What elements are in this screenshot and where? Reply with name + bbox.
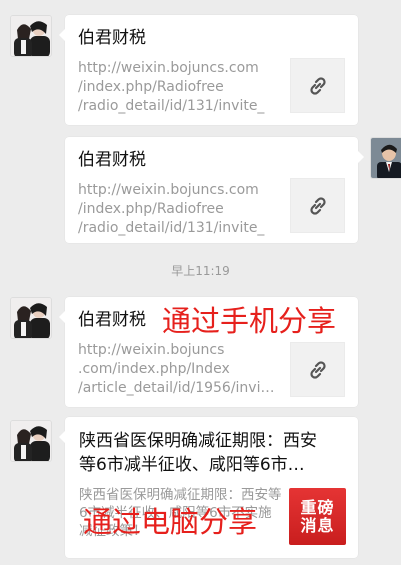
link-card-message[interactable]: 伯君财税 http://weixin.bojuncs.com /index.ph… — [65, 137, 364, 243]
phone-share-annotation: 通过手机分享 — [162, 304, 337, 338]
card-title: 伯君财税 — [78, 28, 146, 48]
pc-share-annotation: 通过电脑分享 — [83, 505, 258, 539]
card-description-line: .com/index.php/Index — [78, 361, 230, 377]
card-description: http://weixin.bojuncs .com/index.php/Ind… — [78, 341, 274, 398]
message-timestamp: 早上11:19 — [171, 264, 230, 278]
link-thumbnail — [290, 342, 345, 397]
card-description: http://weixin.bojuncs.com /index.php/Rad… — [78, 59, 274, 116]
article-title: 陕西省医保明确减征期限：西安等6市减半征收、咸阳等6市… — [79, 431, 317, 475]
card-description-line: /radio_detail/id/131/invite_ — [78, 220, 265, 236]
self-avatar[interactable] — [370, 137, 401, 179]
link-icon — [309, 360, 326, 379]
card-title: 伯君财税 — [78, 310, 146, 330]
card-description-line: http://weixin.bojuncs — [78, 342, 225, 358]
card-description-line: http://weixin.bojuncs.com — [78, 182, 259, 198]
link-thumbnail — [290, 58, 345, 113]
card-title: 伯君财税 — [78, 150, 146, 170]
link-card-message[interactable]: 伯君财税 http://weixin.bojuncs.com /index.ph… — [59, 15, 358, 125]
article-thumbnail-label: 重磅 — [300, 497, 335, 517]
article-thumbnail-label: 消息 — [300, 515, 335, 535]
contact-avatar[interactable] — [10, 297, 52, 339]
link-thumbnail — [290, 178, 345, 233]
card-description: http://weixin.bojuncs.com /index.php/Rad… — [78, 181, 274, 238]
card-description-line: /radio_detail/id/131/invite_ — [78, 98, 265, 114]
contact-avatar[interactable] — [10, 420, 52, 462]
card-description-line: http://weixin.bojuncs.com — [78, 60, 259, 76]
article-thumbnail: 重磅 消息 — [289, 488, 346, 545]
card-description-line: /index.php/Radiofree — [78, 201, 224, 217]
link-icon — [309, 196, 326, 215]
card-description-line: /article_detail/id/1956/invi… — [78, 380, 274, 396]
contact-avatar[interactable] — [10, 15, 52, 57]
link-icon — [309, 76, 326, 95]
card-description-line: /index.php/Radiofree — [78, 79, 224, 95]
chat-window: 伯君财税 http://weixin.bojuncs.com /index.ph… — [0, 0, 401, 565]
